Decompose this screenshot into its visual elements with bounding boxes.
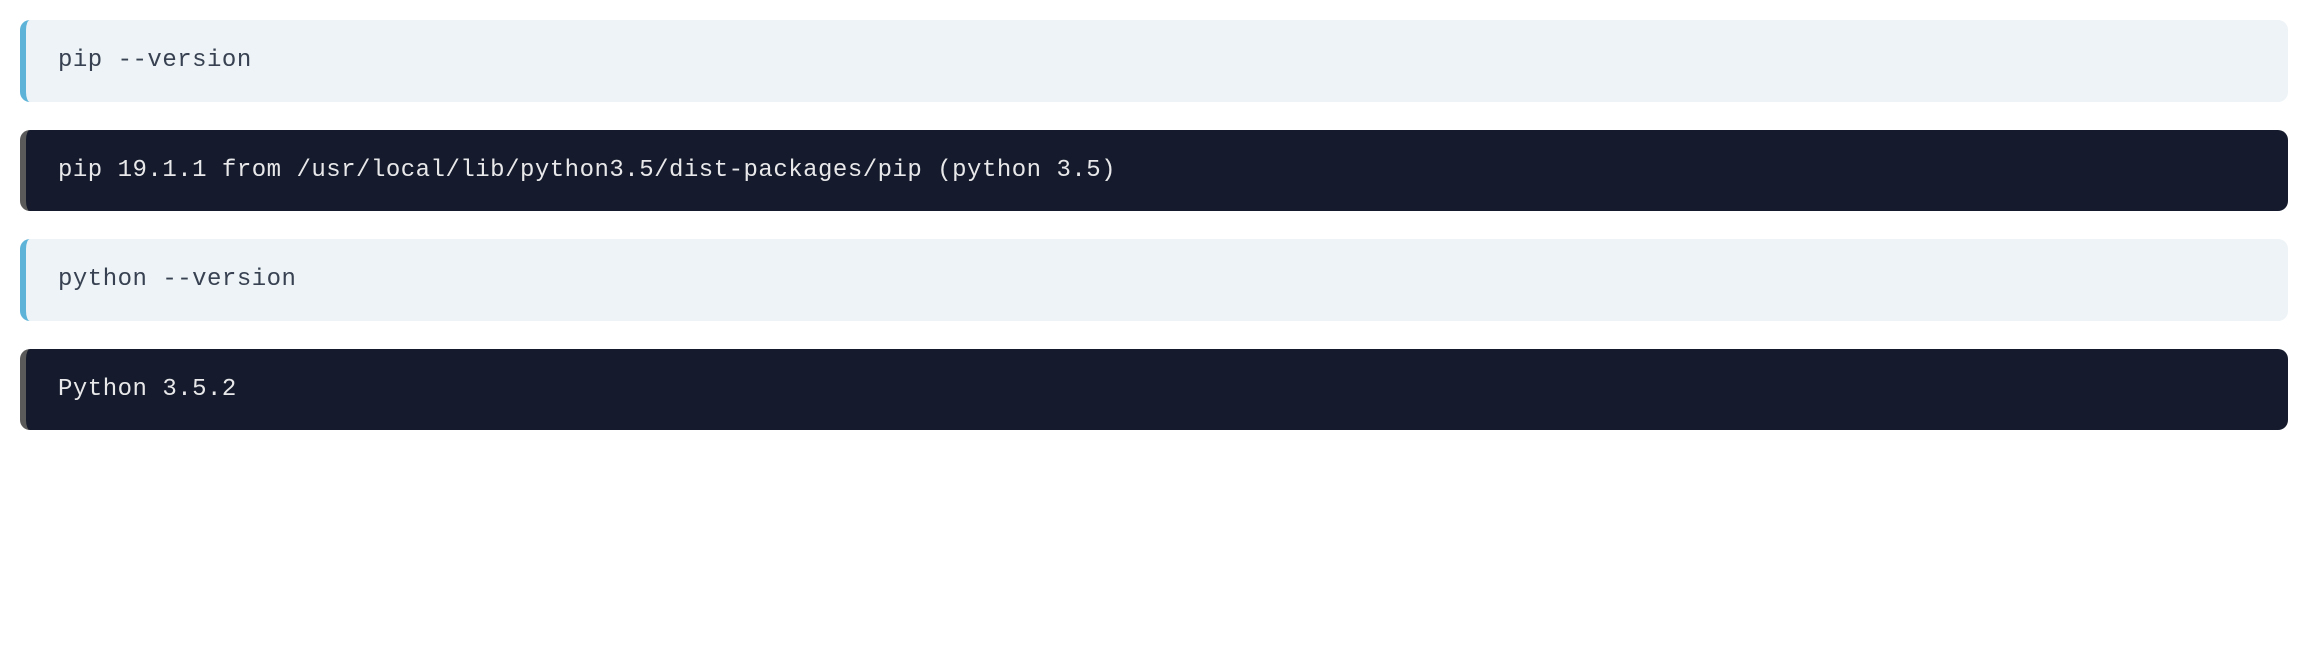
output-text: pip 19.1.1 from /usr/local/lib/python3.5… (58, 157, 1116, 184)
command-output-block: pip 19.1.1 from /usr/local/lib/python3.5… (20, 130, 2288, 212)
command-output-block: Python 3.5.2 (20, 349, 2288, 431)
command-input-block: python --version (20, 239, 2288, 321)
command-text: python --version (58, 266, 296, 293)
command-text: pip --version (58, 47, 252, 74)
output-text: Python 3.5.2 (58, 376, 237, 403)
command-input-block: pip --version (20, 20, 2288, 102)
